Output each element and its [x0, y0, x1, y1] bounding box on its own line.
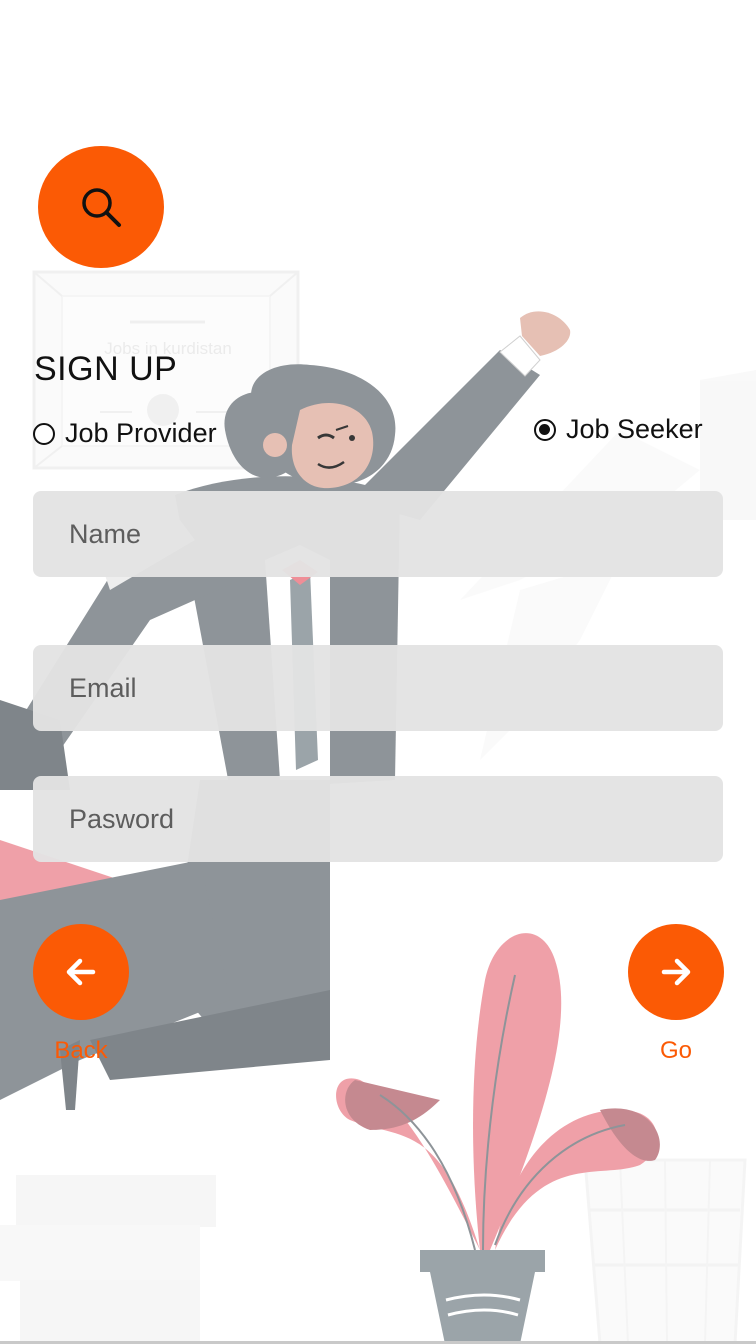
- go-button[interactable]: [628, 924, 724, 1020]
- radio-circle[interactable]: [33, 422, 55, 445]
- arrow-right-icon: [661, 958, 691, 986]
- go-label[interactable]: Go: [628, 1037, 724, 1065]
- radio-label-job-seeker: Job Seeker: [566, 414, 703, 444]
- radio-circle-selected[interactable]: [534, 418, 556, 441]
- arrow-left-icon: [66, 958, 96, 986]
- search-icon: [82, 188, 121, 227]
- page-title: SIGN UP: [34, 350, 178, 388]
- email-field[interactable]: [33, 645, 723, 731]
- name-field[interactable]: [33, 491, 723, 577]
- back-label[interactable]: Back: [33, 1037, 129, 1065]
- radio-job-seeker[interactable]: Job Seeker: [534, 414, 703, 445]
- password-field[interactable]: [33, 776, 723, 862]
- radio-job-provider[interactable]: Job Provider: [33, 418, 217, 449]
- radio-label-job-provider: Job Provider: [65, 418, 217, 448]
- back-button[interactable]: [33, 924, 129, 1020]
- search-button[interactable]: [38, 146, 164, 268]
